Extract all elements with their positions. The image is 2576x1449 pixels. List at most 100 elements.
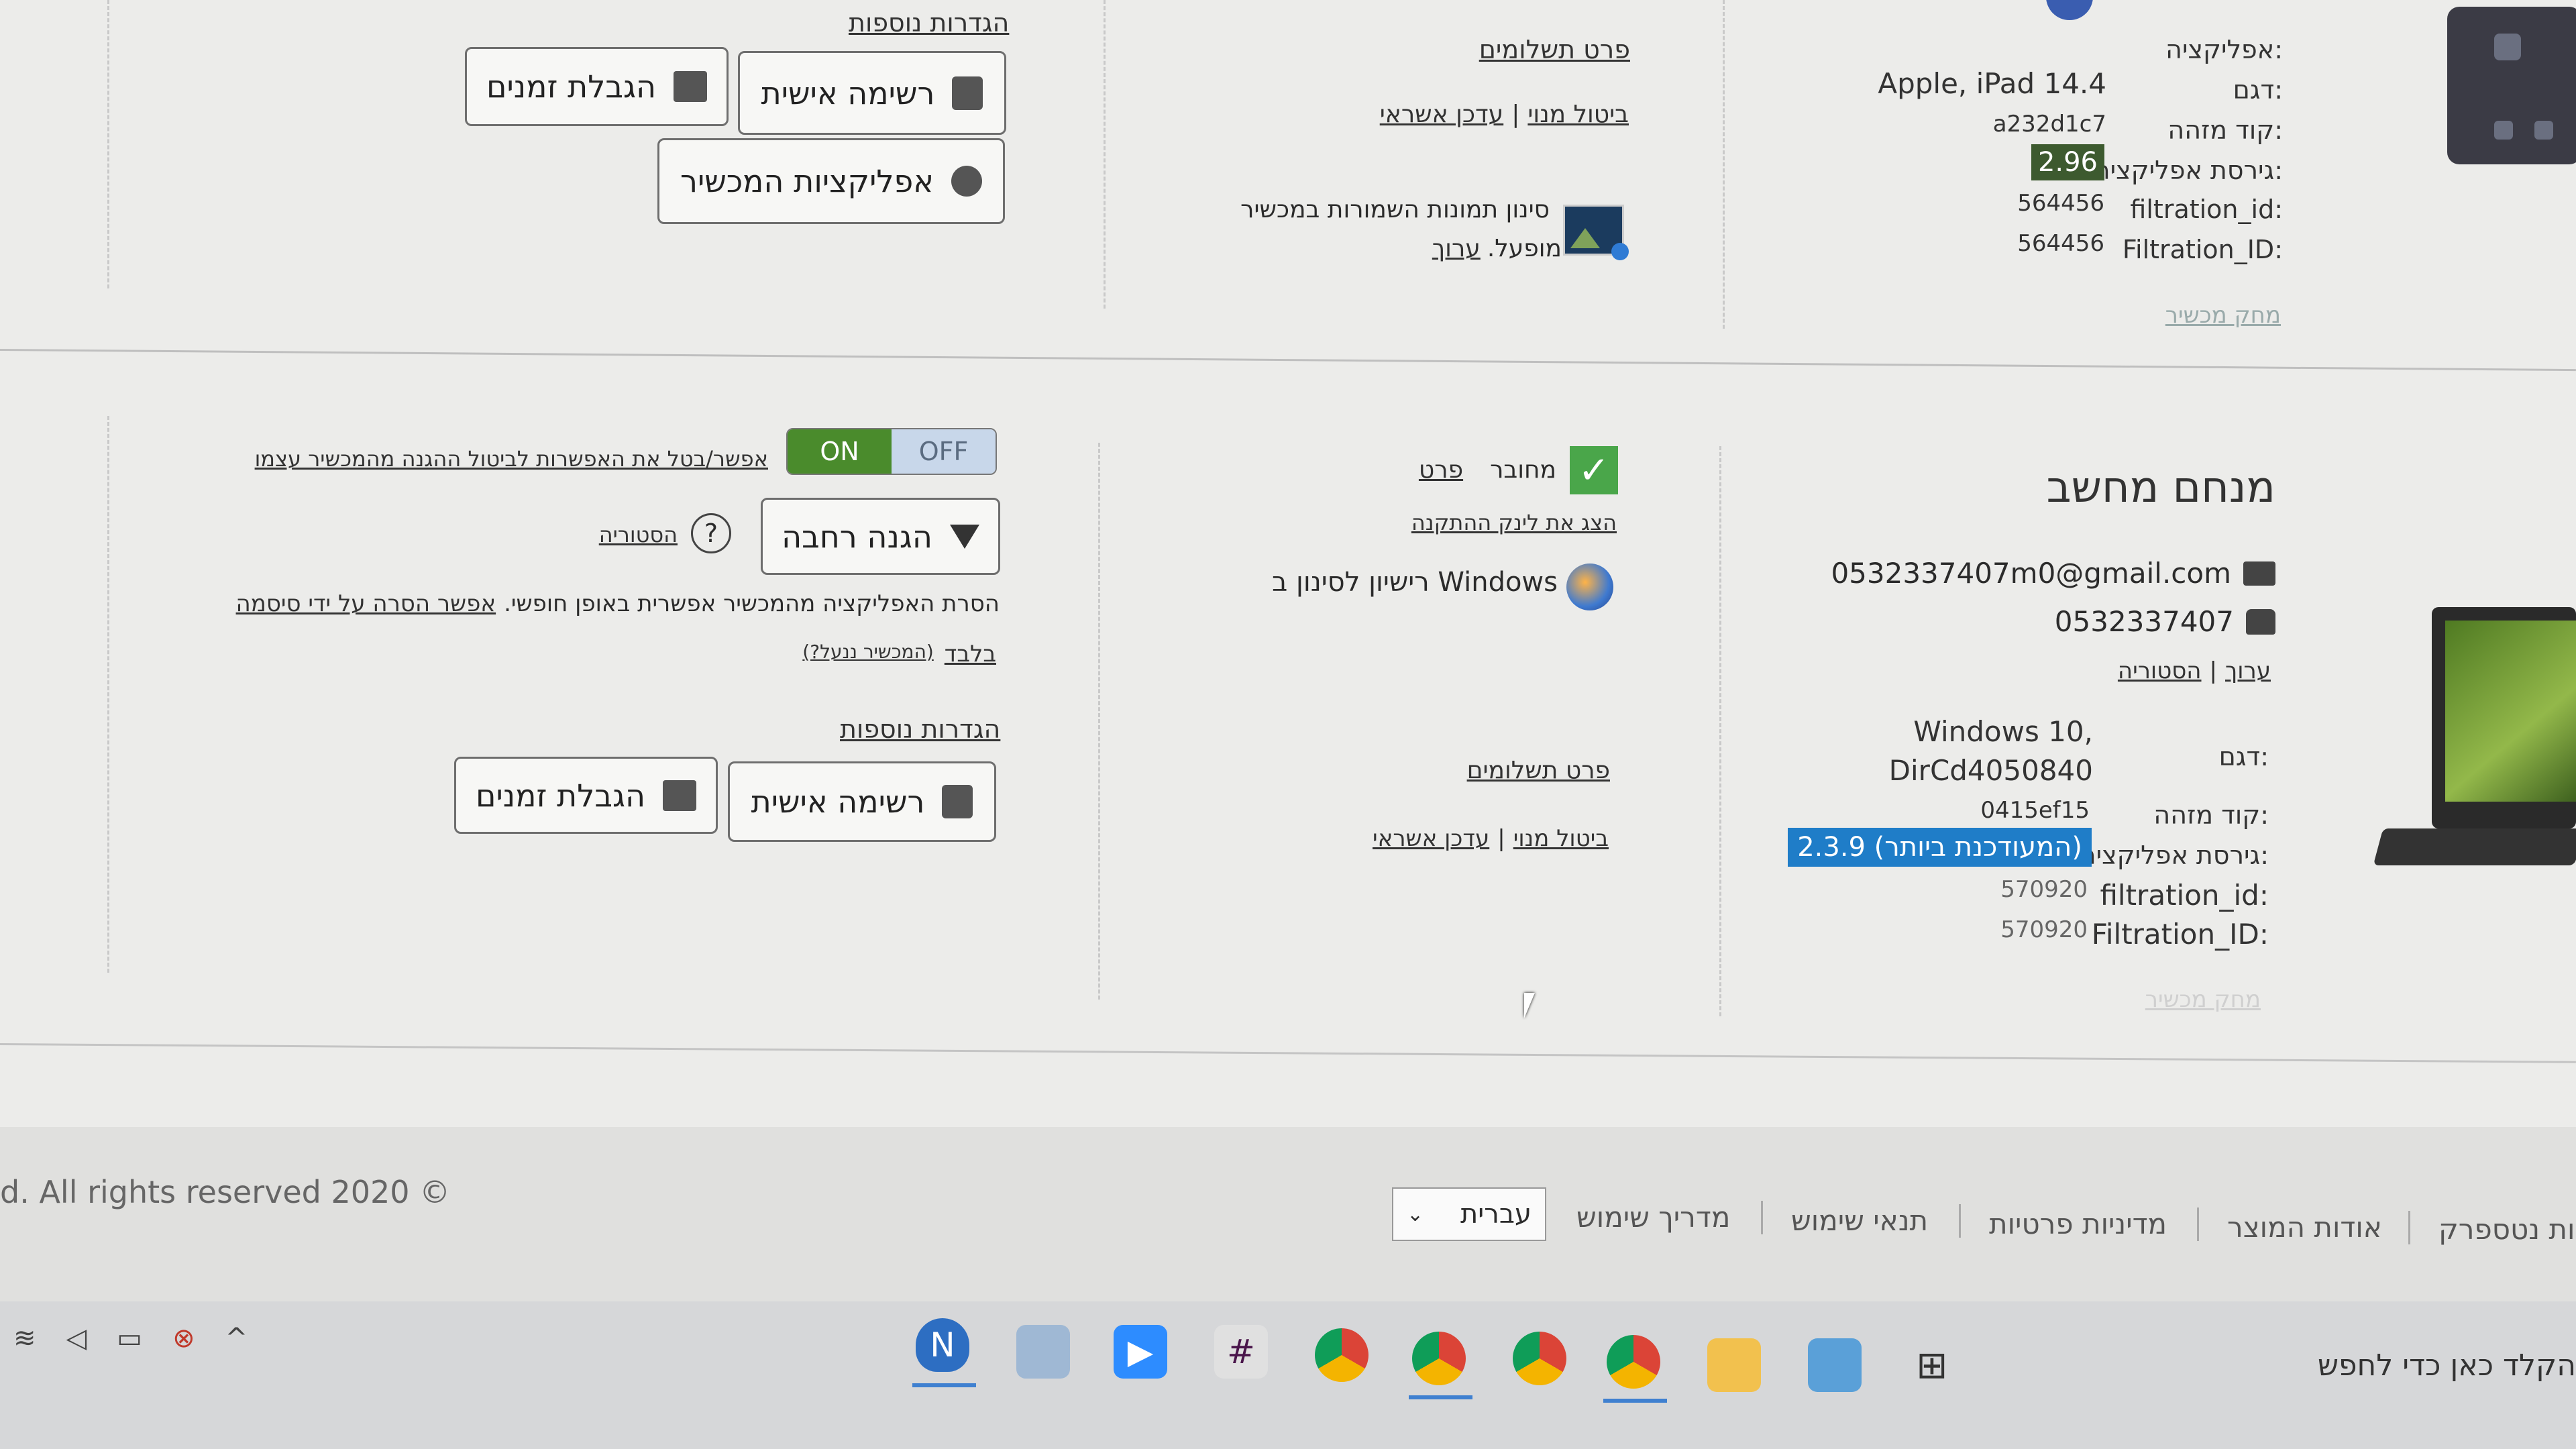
mouse-cursor-icon: [1524, 993, 1535, 1018]
photo-filter-icon: [1563, 205, 1629, 260]
update-credit-link[interactable]: עדכן אשראי: [1380, 101, 1503, 128]
filtration-id-value: 570920: [2000, 876, 2088, 903]
language-select[interactable]: ⌄ עברית: [1392, 1187, 1546, 1241]
column-separator: [107, 0, 109, 288]
filtration-id-label: filtration_id:: [2100, 879, 2269, 912]
toggle-on[interactable]: ON: [788, 429, 892, 474]
photos-app-icon[interactable]: [1016, 1325, 1070, 1379]
uninstall-password-link[interactable]: אפשר הסרה על ידי סיסמה: [236, 590, 496, 617]
protection-toggle[interactable]: ON OFF: [786, 428, 997, 475]
column-separator: [107, 416, 109, 973]
column-separator: [1098, 443, 1100, 1000]
clipboard-icon: [952, 76, 983, 110]
model-label: דגם:: [2233, 75, 2283, 105]
no-connection-icon[interactable]: ⊗: [172, 1323, 195, 1354]
network-icon[interactable]: ≋: [13, 1323, 36, 1354]
task-view-icon[interactable]: ⊞: [1905, 1338, 1959, 1392]
edit-history-row: ערוך | הסטוריה: [2118, 657, 2271, 684]
time-limit-label: הגבלת זמנים: [476, 777, 645, 814]
phone-row: 0532337407: [2055, 605, 2275, 638]
ipad-device-image: [2447, 7, 2576, 164]
chrome-profile-app-icon[interactable]: [1412, 1332, 1466, 1385]
chrome-profile-app-icon[interactable]: [1607, 1335, 1660, 1389]
show-install-link[interactable]: הצג את לינק ההתקנה: [1411, 510, 1617, 535]
footer-separator: [1959, 1204, 1961, 1238]
toggle-off[interactable]: OFF: [892, 429, 996, 474]
connected-check-icon: ✓: [1570, 446, 1618, 494]
filtration-ID-value: 570920: [2000, 916, 2088, 943]
device-title: מנחם מחשב: [2046, 463, 2275, 513]
column-separator: [1723, 0, 1725, 329]
time-limit-button[interactable]: הגבלת זמנים: [454, 757, 718, 834]
delete-device-link[interactable]: מחק מכשיר: [2145, 986, 2261, 1013]
photo-filter-status-line: מופעל. ערוך: [1432, 235, 1562, 262]
zoom-app-icon[interactable]: ▶: [1114, 1325, 1167, 1379]
slack-app-icon[interactable]: #: [1214, 1325, 1268, 1379]
delete-device-link[interactable]: מחק מכשיר: [2165, 302, 2281, 329]
volume-icon[interactable]: ◁: [66, 1323, 87, 1354]
cancel-subscription-link[interactable]: ביטול מנוי: [1513, 825, 1609, 852]
cancel-subscription-link[interactable]: ביטול מנוי: [1527, 101, 1629, 128]
history-link[interactable]: הסטוריה: [599, 522, 678, 547]
control-panel-app-icon[interactable]: [1808, 1338, 1862, 1392]
payment-details-link[interactable]: פרט תשלומים: [1479, 35, 1630, 64]
details-link[interactable]: פרט: [1419, 456, 1463, 484]
uninstall-text: הסרת האפליקציה מהמכשיר אפשרית באופן חופש…: [504, 590, 1000, 617]
filtration-ID-label: Filtration_ID:: [2091, 918, 2269, 951]
footer-link-netspark[interactable]: ות נטספרק: [2438, 1213, 2575, 1246]
photo-filter-text: סינון תמונות השמורות במכשיר: [1240, 196, 1550, 223]
windows-logo-icon: [1566, 564, 1613, 610]
phone-value: 0532337407: [2054, 605, 2234, 638]
protection-level-label: הגנה רחבה: [782, 518, 932, 555]
photo-filter-edit-link[interactable]: ערוך: [1432, 235, 1481, 262]
update-credit-link[interactable]: עדכן אשראי: [1373, 825, 1489, 852]
footer-separator: [2408, 1211, 2410, 1244]
footer-link-terms[interactable]: תנאי שימוש: [1791, 1204, 1928, 1237]
more-settings-link[interactable]: הגדרות נוספות: [840, 714, 1000, 744]
personal-list-button[interactable]: רשימה אישית: [728, 761, 996, 842]
filtration-ID-label: Filtration_ID:: [2122, 235, 2283, 264]
chrome-app-icon[interactable]: [1315, 1328, 1368, 1382]
clipboard-icon: [942, 785, 973, 818]
file-explorer-app-icon[interactable]: [1707, 1338, 1761, 1392]
footer-separator: [2197, 1208, 2199, 1241]
subscription-links: ביטול מנוי | עדכן אשראי: [1373, 825, 1609, 852]
help-icon[interactable]: ?: [691, 513, 731, 553]
time-limit-button[interactable]: הגבלת זמנים: [465, 47, 729, 126]
calendar-icon: [663, 780, 696, 811]
keyboard-image: [2373, 828, 2576, 865]
triangle-down-icon: [949, 524, 979, 549]
device-apps-button[interactable]: אפליקציות המכשיר: [657, 138, 1005, 224]
protection-level-select[interactable]: הגנה רחבה: [761, 498, 1000, 575]
edit-link[interactable]: ערוך: [2225, 657, 2271, 684]
active-indicator: [1409, 1395, 1472, 1399]
filtration-ID-value: 564456: [2017, 230, 2104, 257]
chevron-up-icon[interactable]: ^: [225, 1323, 248, 1354]
column-separator: [1104, 0, 1106, 309]
envelope-icon: [2243, 561, 2275, 586]
active-indicator: [1603, 1399, 1667, 1403]
only-line: בלבד (המכשיר ננעל?): [802, 641, 996, 667]
chrome-app-icon[interactable]: [1513, 1332, 1566, 1385]
personal-list-button[interactable]: רשימה אישית: [738, 51, 1006, 135]
id-label: קוד מזהה:: [2167, 115, 2283, 145]
model-label: דגם:: [2218, 742, 2269, 771]
email-value: 0532337407m0@gmail.com: [1831, 557, 2231, 590]
phone-icon: [2246, 608, 2275, 635]
footer-link-about[interactable]: אודות המוצר: [2227, 1211, 2382, 1244]
footer-link-privacy[interactable]: מדיניות פרטיות: [1989, 1208, 2167, 1240]
more-settings-link[interactable]: הגדרות נוספות: [849, 8, 1009, 38]
payment-details-link[interactable]: פרט תשלומים: [1467, 757, 1610, 784]
app-label: אפליקציה:: [2165, 35, 2283, 64]
netspark-app-icon[interactable]: N: [916, 1318, 969, 1372]
only-link[interactable]: בלבד: [945, 641, 996, 667]
history-link[interactable]: הסטוריה: [2118, 657, 2202, 684]
battery-icon[interactable]: ▭: [117, 1323, 142, 1354]
version-badge: 2.3.9 (המעודכנת ביותר): [1788, 828, 2092, 867]
uninstall-text-line: הסרת האפליקציה מהמכשיר אפשרית באופן חופש…: [236, 590, 1000, 617]
device-locked-link[interactable]: (המכשיר ננעל?): [802, 641, 934, 667]
id-value: 0415ef15: [1980, 797, 2090, 824]
toggle-description[interactable]: אפשר/בטל את האפשרות לביטול ההגנה מהמכשיר…: [255, 446, 768, 472]
footer-link-guide[interactable]: מדריך שימוש: [1576, 1201, 1730, 1234]
taskbar-search-text[interactable]: הקלד כאן כדי לחפש: [2318, 1348, 2576, 1383]
